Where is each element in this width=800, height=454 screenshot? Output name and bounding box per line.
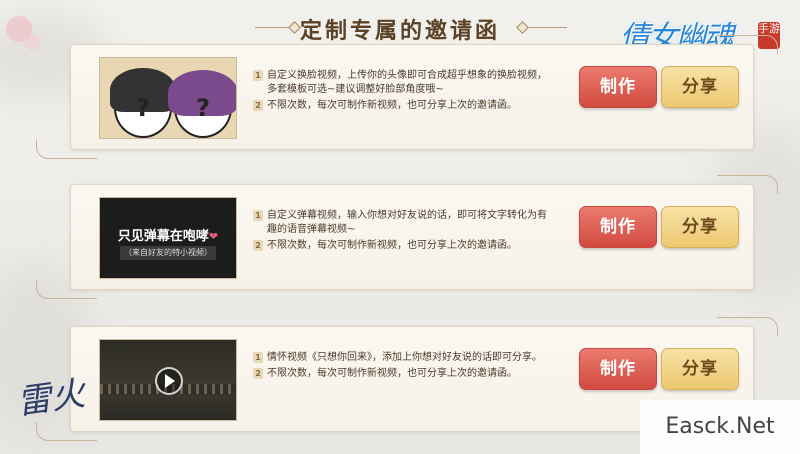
step-number-badge: 2 [253,240,263,251]
title-divider-right [527,27,567,28]
description-text: 不限次数，每次可制作新视频，也可分享上次的邀请函。 [267,240,517,251]
description-text: 自定义换脸视频，上传你的头像即可合成超乎想象的换脸视频，多套模板可选~建议调整好… [267,70,547,95]
share-button[interactable]: 分享 [661,66,739,108]
card-description: 1 情怀视频《只想你回来》，添加上你想对好友说的话即可分享。 2 不限次数，每次… [253,351,553,383]
invite-card-faceswap: ? ? 1 自定义换脸视频，上传你的头像即可合成超乎想象的换脸视频，多套模板可选… [36,35,778,159]
scroll-decoration [36,140,97,159]
description-text: 情怀视频《只想你回来》，添加上你想对好友说的话即可分享。 [267,352,542,363]
description-line: 1 自定义换脸视频，上传你的头像即可合成超乎想象的换脸视频，多套模板可选~建议调… [253,69,553,97]
step-number-badge: 2 [253,368,263,379]
avatar-placeholder-male: ? [110,68,176,138]
nostalgia-video-thumbnail[interactable] [99,339,237,421]
scroll-decoration [36,280,97,299]
card-description: 1 自定义换脸视频，上传你的头像即可合成超乎想象的换脸视频，多套模板可选~建议调… [253,69,553,115]
make-button[interactable]: 制作 [579,348,657,390]
description-line: 2 不限次数，每次可制作新视频，也可分享上次的邀请函。 [253,239,553,253]
avatar-placeholder-female: ? [168,70,236,138]
play-icon[interactable] [155,367,183,395]
page-title: 定制专属的邀请函 [300,19,501,44]
card-description: 1 自定义弹幕视频，输入你想对好友说的话，即可将文字转化为有趣的语音弹幕视频~ … [253,209,553,255]
share-button[interactable]: 分享 [661,206,739,248]
description-text: 不限次数，每次可制作新视频，也可分享上次的邀请函。 [267,100,517,111]
make-button[interactable]: 制作 [579,66,657,108]
danmaku-headline: 只见弹幕在咆哮❤ [117,229,219,244]
description-line: 1 情怀视频《只想你回来》，添加上你想对好友说的话即可分享。 [253,351,553,365]
scroll-decoration [717,35,778,54]
scroll-decoration [717,317,778,336]
heart-icon: ❤ [208,230,219,243]
faceswap-thumbnail[interactable]: ? ? [99,57,237,139]
step-number-badge: 1 [253,70,263,81]
site-watermark: Easck.Net [640,400,800,454]
description-line: 2 不限次数，每次可制作新视频，也可分享上次的邀请函。 [253,367,553,381]
description-text: 自定义弹幕视频，输入你想对好友说的话，即可将文字转化为有趣的语音弹幕视频~ [267,210,547,235]
description-text: 不限次数，每次可制作新视频，也可分享上次的邀请函。 [267,368,517,379]
danmaku-thumbnail[interactable]: 只见弹幕在咆哮❤ （来自好友的特小视频） [99,197,237,279]
make-button[interactable]: 制作 [579,206,657,248]
diamond-icon [288,21,301,34]
invite-card-danmaku: 只见弹幕在咆哮❤ （来自好友的特小视频） 1 自定义弹幕视频，输入你想对好友说的… [36,175,778,299]
publisher-logo: 雷火 [14,373,88,423]
step-number-badge: 1 [253,210,263,221]
description-line: 1 自定义弹幕视频，输入你想对好友说的话，即可将文字转化为有趣的语音弹幕视频~ [253,209,553,237]
share-button[interactable]: 分享 [661,348,739,390]
step-number-badge: 1 [253,352,263,363]
scroll-decoration [717,175,778,194]
description-line: 2 不限次数，每次可制作新视频，也可分享上次的邀请函。 [253,99,553,113]
danmaku-subline: （来自好友的特小视频） [120,246,216,260]
step-number-badge: 2 [253,100,263,111]
